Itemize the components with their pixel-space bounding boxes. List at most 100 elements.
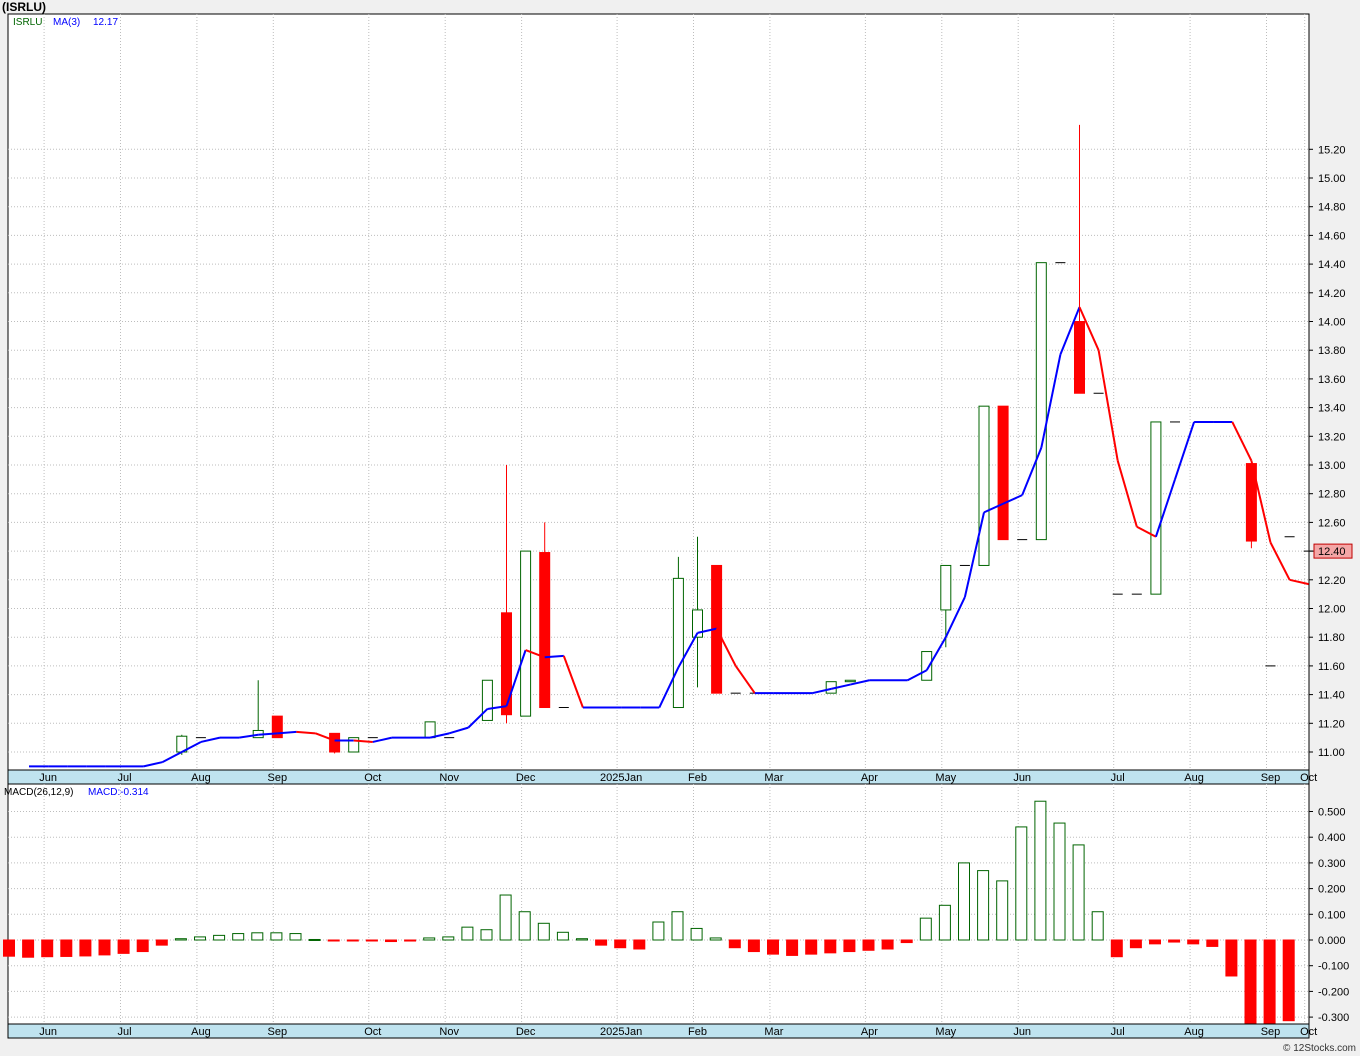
chart-canvas: 11.00 11.20 11.40 11.60 11.80 12.00 12.20 12.40…	[3, 13, 1353, 1039]
macd-tick-label: -0.100	[1318, 961, 1349, 973]
macd-bar	[1168, 939, 1181, 943]
macd-x-tick-label: Nov	[439, 1026, 459, 1038]
macd-x-tick-label: Sep	[1261, 1026, 1281, 1038]
price-tick-label: 13.80	[1318, 345, 1346, 357]
macd-x-tick-label: Aug	[191, 1026, 211, 1038]
price-x-tick-label: Jun	[39, 772, 57, 784]
macd-bar	[881, 939, 894, 950]
macd-bar	[60, 939, 73, 957]
macd-tick-label: 0.500	[1318, 807, 1346, 819]
macd-bar	[365, 939, 378, 942]
price-legend-item: 12.17	[93, 17, 118, 28]
price-tick-label: 11.00	[1318, 747, 1345, 759]
macd-bar	[537, 922, 550, 941]
site-credit: © 12Stocks.com	[1283, 1043, 1356, 1054]
macd-bar	[1282, 939, 1295, 1022]
candle-body	[539, 552, 551, 709]
macd-bar	[556, 931, 569, 941]
price-tick-label: 14.40	[1318, 259, 1346, 271]
macd-bar	[633, 939, 646, 950]
macd-bar	[690, 927, 703, 941]
price-x-tick-label: Oct	[364, 772, 381, 784]
price-tick-label: 15.00	[1318, 173, 1346, 185]
macd-bar	[977, 870, 990, 941]
price-panel: 11.00 11.20 11.40 11.60 11.80 12.00 12.20 12.40…	[7, 13, 1353, 785]
macd-tick-label: -0.200	[1318, 986, 1349, 998]
macd-bar	[232, 933, 245, 941]
macd-bar	[996, 880, 1009, 941]
macd-tick-label: 0.100	[1318, 909, 1346, 921]
candle-body	[1074, 321, 1085, 394]
macd-bar	[423, 937, 436, 941]
last-price-label: 12.40	[1318, 546, 1346, 558]
macd-bar	[1263, 939, 1276, 1025]
candle-body	[501, 612, 512, 716]
macd-bar	[22, 939, 35, 958]
price-x-tick-label: Jul	[117, 772, 131, 784]
price-tick-label: 12.80	[1318, 489, 1346, 501]
macd-bar	[1187, 939, 1200, 945]
macd-bar	[1091, 911, 1104, 941]
macd-bar	[767, 939, 779, 955]
macd-bar	[385, 939, 397, 943]
macd-bar	[919, 917, 932, 941]
macd-bar	[518, 911, 531, 941]
macd-bar	[824, 939, 837, 954]
macd-bar	[938, 904, 951, 941]
macd-bar	[1072, 844, 1085, 941]
price-tick-label: 11.40	[1318, 690, 1345, 702]
macd-bar	[442, 936, 455, 941]
macd-bar	[1034, 800, 1047, 941]
price-x-tick-label: Jun	[1013, 772, 1031, 784]
macd-tick-label: 0.300	[1318, 858, 1346, 870]
candle-body	[1150, 421, 1162, 595]
macd-bar	[79, 939, 92, 957]
macd-x-tick-label: Jul	[1111, 1026, 1125, 1038]
macd-bar	[1129, 939, 1142, 949]
candle-body	[672, 577, 684, 709]
price-legend-item: ISRLU	[13, 17, 42, 28]
macd-bar	[41, 939, 54, 958]
price-tick-label: 14.20	[1318, 288, 1346, 300]
macd-bar	[251, 932, 264, 941]
macd-x-tick-label: Jul	[117, 1026, 131, 1038]
macd-bar	[155, 939, 168, 946]
macd-bar	[1206, 939, 1219, 947]
macd-bar	[652, 921, 665, 941]
macd-bar	[327, 939, 340, 942]
price-tick-label: 13.60	[1318, 374, 1346, 386]
macd-x-tick-label: Dec	[516, 1026, 536, 1038]
price-x-tick-label: Mar	[764, 772, 783, 784]
macd-panel: -0.300 -0.200 -0.100 0.000 0.100 0.200 0.300 0.…	[3, 783, 1349, 1039]
macd-bar	[3, 939, 15, 957]
candle-body	[329, 732, 341, 753]
macd-bar	[346, 939, 359, 942]
macd-x-tick-label: Mar	[764, 1026, 783, 1038]
macd-x-tick-label: Jun	[39, 1026, 57, 1038]
macd-x-tick-label: 2025Jan	[600, 1026, 642, 1038]
macd-x-tick-label: May	[935, 1026, 956, 1038]
price-tick-label: 14.60	[1318, 230, 1346, 242]
macd-bar	[614, 939, 627, 949]
macd-bar	[900, 939, 913, 944]
macd-x-tick-label: Sep	[268, 1026, 288, 1038]
price-x-tick-label: Oct	[1300, 772, 1317, 784]
macd-bar	[576, 938, 588, 941]
macd-bar	[1225, 939, 1238, 977]
macd-bar	[1244, 939, 1257, 1025]
candle-body	[424, 721, 436, 739]
price-tick-label: 13.40	[1318, 403, 1346, 415]
price-tick-label: 11.60	[1318, 661, 1345, 673]
price-x-tick-label: 2025Jan	[600, 772, 642, 784]
macd-legend-item: MACD:-0.314	[88, 787, 149, 798]
macd-x-tick-label: Oct	[1300, 1026, 1317, 1038]
macd-bar	[270, 932, 283, 941]
price-x-tick-label: Aug	[1184, 772, 1204, 784]
price-x-tick-label: May	[935, 772, 956, 784]
price-x-tick-label: Feb	[688, 772, 707, 784]
price-tick-label: 12.00	[1318, 604, 1346, 616]
macd-legend-item: MACD(26,12,9)	[4, 787, 73, 798]
macd-bar	[1053, 822, 1066, 941]
candle-body	[1035, 262, 1047, 541]
price-x-tick-label: Jul	[1111, 772, 1125, 784]
